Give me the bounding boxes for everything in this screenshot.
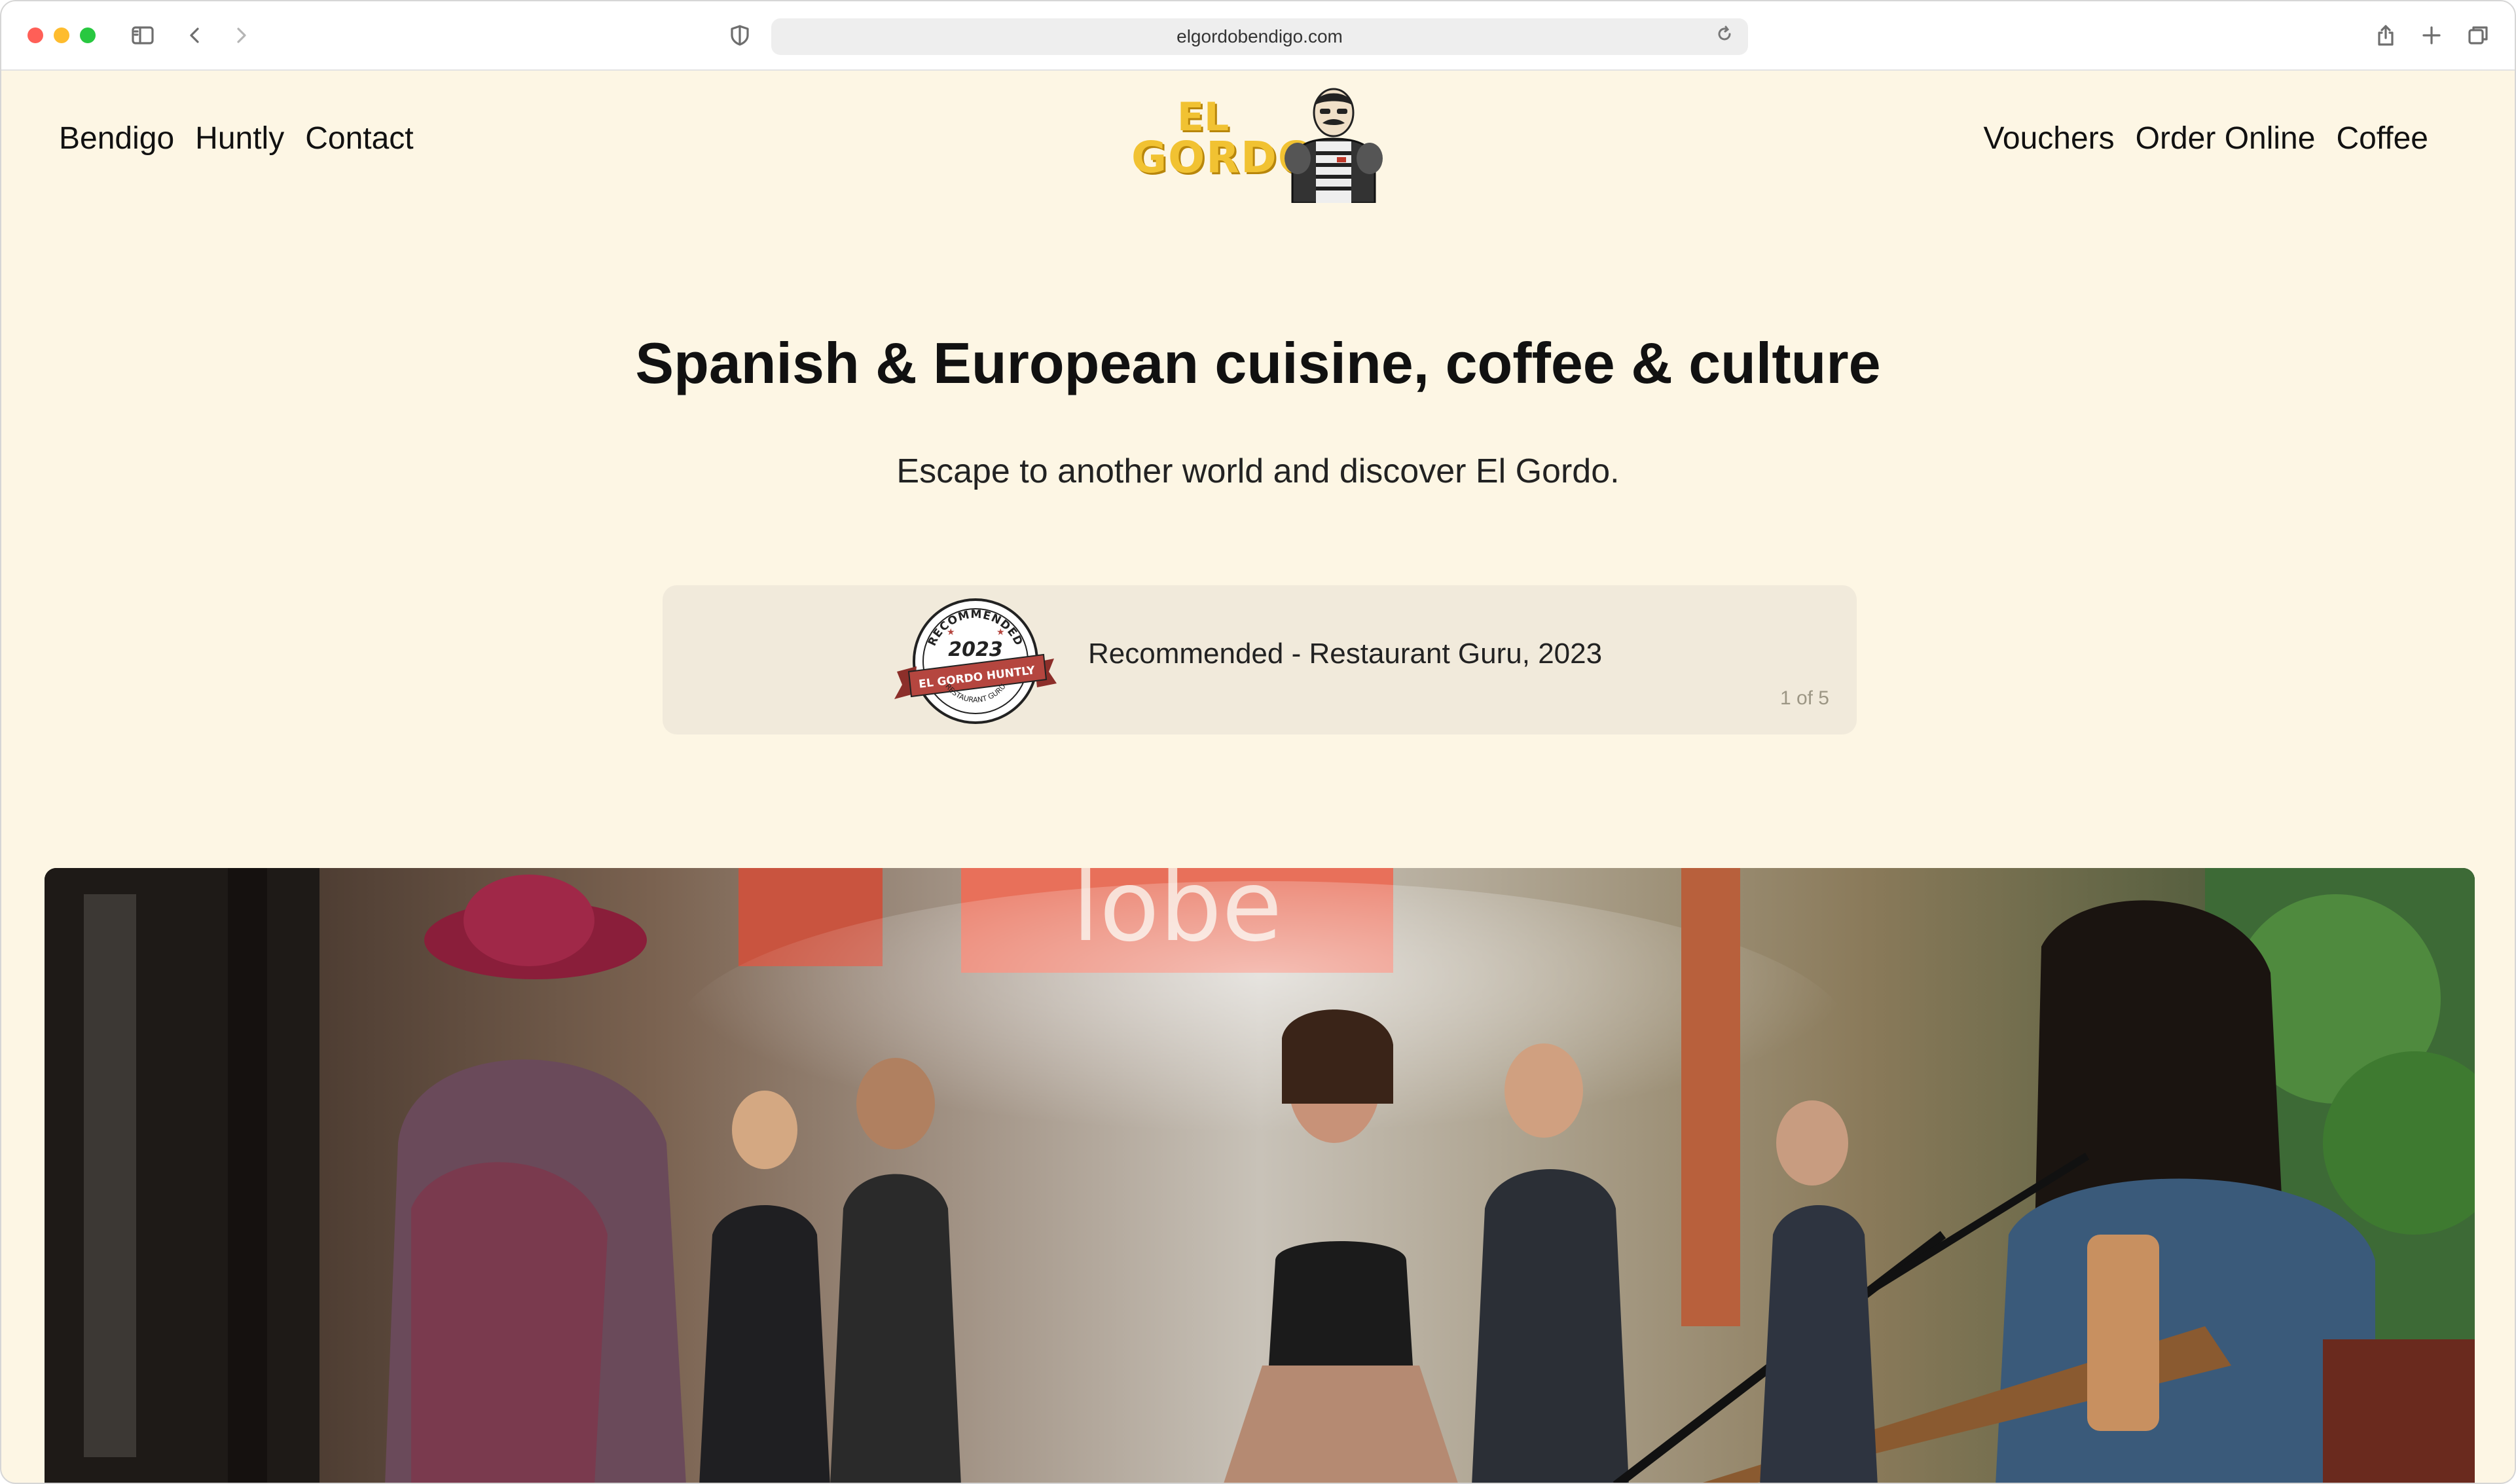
nav-link-contact[interactable]: Contact	[305, 120, 413, 156]
badge-year: 2023	[948, 638, 1003, 661]
address-bar[interactable]: elgordobendigo.com	[771, 18, 1748, 55]
carousel-slide-text: Recommended - Restaurant Guru, 2023	[1088, 638, 1603, 670]
tabs-overview-icon[interactable]	[2466, 22, 2492, 48]
page-headline: Spanish & European cuisine, coffee & cul…	[635, 331, 1881, 395]
nav-link-vouchers[interactable]: Vouchers	[1984, 120, 2115, 156]
nav-link-order-online[interactable]: Order Online	[2136, 120, 2316, 156]
carousel-slide-counter: 1 of 5	[1779, 687, 1829, 709]
el-gordo-logo[interactable]: EL GORDO	[1125, 85, 1387, 203]
share-icon[interactable]	[2373, 22, 2399, 48]
url-text[interactable]: elgordobendigo.com	[771, 18, 1748, 55]
minimize-window-button[interactable]	[54, 27, 69, 43]
back-icon[interactable]	[182, 22, 208, 48]
primary-nav-right: Vouchers Order Online Coffee	[1984, 120, 2428, 156]
restaurant-guru-badge: RECOMMENDED 2023 EL GORDO HUNTLY RESTAUR…	[894, 598, 1057, 724]
awards-carousel[interactable]: RECOMMENDED 2023 EL GORDO HUNTLY RESTAUR…	[663, 585, 1857, 734]
new-tab-icon[interactable]	[2418, 22, 2445, 48]
svg-text:★: ★	[947, 626, 955, 637]
forward-icon[interactable]	[228, 22, 254, 48]
zoom-window-button[interactable]	[80, 27, 96, 43]
svg-text:★: ★	[996, 626, 1005, 637]
sidebar-icon[interactable]	[130, 22, 156, 48]
nav-link-huntly[interactable]: Huntly	[195, 120, 284, 156]
shield-icon[interactable]	[727, 22, 753, 48]
primary-nav-left: Bendigo Huntly Contact	[59, 120, 414, 156]
hero-photo: lobe	[45, 868, 2475, 1483]
nav-link-bendigo[interactable]: Bendigo	[59, 120, 174, 156]
reload-icon[interactable]	[1715, 25, 1739, 48]
close-window-button[interactable]	[27, 27, 43, 43]
page-subheadline: Escape to another world and discover El …	[896, 452, 1620, 490]
street-scene-image: lobe	[45, 868, 2475, 1483]
page-content: Bendigo Huntly Contact EL GORDO Vouchers…	[1, 71, 2515, 1483]
browser-window: elgordobendigo.com Bendigo Huntly Contac…	[0, 0, 2516, 1484]
browser-toolbar: elgordobendigo.com	[1, 1, 2515, 71]
logo-mascot-icon	[1285, 88, 1383, 203]
nav-link-coffee[interactable]: Coffee	[2336, 120, 2428, 156]
